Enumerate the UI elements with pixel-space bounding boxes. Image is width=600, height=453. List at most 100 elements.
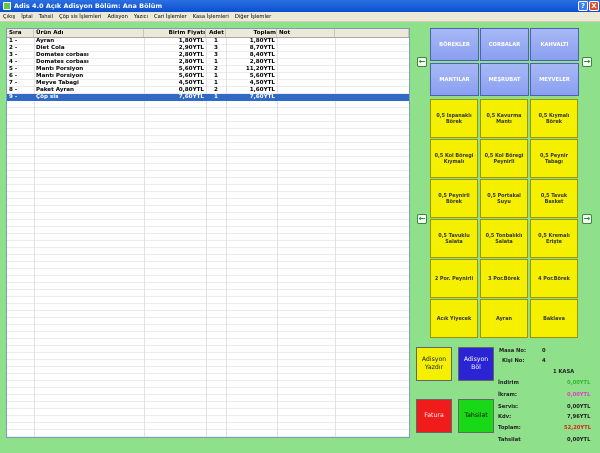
cell-sira: 5 - [9, 66, 18, 72]
menu-cikis[interactable]: Çıkış [0, 14, 18, 20]
toplam-value: 52,20YTL [564, 425, 592, 431]
category-next-arrow-icon[interactable]: → [582, 57, 592, 67]
order-table: Sıra Ürün Adı Birim Fiyatı Adet Toplam N… [6, 28, 410, 438]
table-row[interactable]: 1 - Ayran 1,80YTL 1 1,80YTL [7, 38, 409, 45]
product-button[interactable]: 0,5 Tavuklu Salata [430, 219, 478, 258]
tahsilat-button[interactable]: Tahsilat [458, 399, 494, 433]
fatura-button[interactable]: Fatura [416, 399, 452, 433]
product-button[interactable]: Ayran [480, 299, 528, 338]
cell-adet: 1 [214, 59, 218, 65]
cell-toplam: 1,60YTL [249, 87, 275, 93]
product-button[interactable]: 0,5 Kol Böregi Peynirli [480, 139, 528, 178]
table-row[interactable]: 5 - Mantı Porsiyon 5,60YTL 2 11,20YTL [7, 66, 409, 73]
kdv-value: 7,96YTL [567, 414, 591, 420]
servis-label: Servis: [498, 404, 519, 410]
product-prev-arrow-icon[interactable]: ← [417, 214, 427, 224]
product-button[interactable]: 0,5 Ispanaklı Börek [430, 99, 478, 138]
cell-fiyat: 1,80YTL [178, 38, 204, 44]
menu-bar: Çıkış İptal Tahsil Çöp sis İşlemleri Adi… [0, 12, 600, 22]
product-button[interactable]: 0,5 Kremalı Erişte [530, 219, 578, 258]
adisyon-bol-button[interactable]: Adisyon Böl [458, 347, 494, 381]
cell-adet: 1 [214, 73, 218, 79]
col-sira[interactable]: Sıra [7, 29, 34, 37]
cell-urun: Domates corbası [36, 59, 89, 65]
col-adet[interactable]: Adet [206, 29, 226, 37]
product-button[interactable]: 0,5 Tonbalıklı Salata [480, 219, 528, 258]
cell-adet: 3 [214, 45, 218, 51]
cell-fiyat: 5,60YTL [178, 73, 204, 79]
cell-sira: 4 - [9, 59, 18, 65]
cell-toplam: 7,60YTL [249, 94, 275, 100]
cell-toplam: 8,40YTL [249, 52, 275, 58]
category-meyveler[interactable]: MEYVELER [530, 63, 579, 96]
category-kahvalti[interactable]: KAHVALTI [530, 28, 579, 61]
product-button[interactable]: 0,5 Tavuk Basket [530, 179, 578, 218]
category-borekler[interactable]: BÖREKLER [430, 28, 479, 61]
masa-no-value: 0 [542, 348, 546, 354]
table-row[interactable]: 2 - Diet Cola 2,90YTL 3 8,70YTL [7, 45, 409, 52]
table-row-selected[interactable]: 9 - Çöp sis 7,60YTL 1 7,60YTL [7, 94, 409, 101]
app-icon [3, 2, 11, 10]
cell-urun: Domates corbası [36, 52, 89, 58]
kisi-no-label: Kişi No: [502, 358, 525, 364]
table-row[interactable]: 4 - Domates corbası 2,80YTL 1 2,80YTL [7, 59, 409, 66]
product-button[interactable]: 0,5 Kol Böregi Kıymalı [430, 139, 478, 178]
category-mantilar[interactable]: MANTILAR [430, 63, 479, 96]
menu-iptal[interactable]: İptal [18, 14, 35, 20]
product-button[interactable]: 0,5 Peynirli Börek [430, 179, 478, 218]
cell-fiyat: 2,80YTL [178, 59, 204, 65]
cell-urun: Mantı Porsiyon [36, 73, 84, 79]
category-mesrubat[interactable]: MEŞRUBAT [480, 63, 529, 96]
help-button[interactable]: ? [578, 1, 588, 11]
cell-fiyat: 4,50YTL [178, 80, 204, 86]
category-prev-arrow-icon[interactable]: ← [417, 57, 427, 67]
cell-urun: Meyve Tabagi [36, 80, 79, 86]
menu-copsis[interactable]: Çöp sis İşlemleri [56, 14, 104, 20]
category-corbalar[interactable]: CORBALAR [480, 28, 529, 61]
close-button[interactable]: X [589, 1, 599, 11]
menu-kasa[interactable]: Kasa İşlemleri [190, 14, 232, 20]
table-body: 1 - Ayran 1,80YTL 1 1,80YTL 2 - Diet Col… [7, 38, 409, 101]
menu-adisyon[interactable]: Adisyon [104, 14, 130, 20]
col-birim-fiyati[interactable]: Birim Fiyatı [144, 29, 206, 37]
adisyon-yazdir-button[interactable]: Adisyon Yazdır [416, 347, 452, 381]
product-button[interactable]: 0,5 Portakal Suyu [480, 179, 528, 218]
menu-diger[interactable]: Diğer İşlemler [232, 14, 274, 20]
table-row[interactable]: 7 - Meyve Tabagi 4,50YTL 1 4,50YTL [7, 80, 409, 87]
cell-adet: 1 [214, 38, 218, 44]
cell-toplam: 1,80YTL [249, 38, 275, 44]
menu-yazici[interactable]: Yazıcı [131, 14, 151, 20]
table-header: Sıra Ürün Adı Birim Fiyatı Adet Toplam N… [7, 29, 409, 38]
col-urun-adi[interactable]: Ürün Adı [34, 29, 144, 37]
cell-fiyat: 2,90YTL [178, 45, 204, 51]
kdv-label: Kdv: [498, 414, 512, 420]
col-filler [335, 29, 409, 37]
product-button[interactable]: 3 Por.Börek [480, 259, 528, 298]
product-button[interactable]: 0,5 Kıymalı Börek [530, 99, 578, 138]
tahsilat-label: Tahsilat [498, 437, 521, 443]
servis-value: 0,00YTL [567, 404, 591, 410]
product-button[interactable]: 4 Por.Börek [530, 259, 578, 298]
cell-toplam: 11,20YTL [245, 66, 275, 72]
table-row[interactable]: 6 - Mantı Porsiyon 5,60YTL 1 5,60YTL [7, 73, 409, 80]
cell-sira: 1 - [9, 38, 18, 44]
col-not[interactable]: Not [277, 29, 335, 37]
product-button[interactable]: 2 Por. Peynirli [430, 259, 478, 298]
product-next-arrow-icon[interactable]: → [582, 214, 592, 224]
cell-adet: 2 [214, 66, 218, 72]
toplam-label: Toplam: [498, 425, 521, 431]
product-button[interactable]: Baklava [530, 299, 578, 338]
cell-sira: 6 - [9, 73, 18, 79]
col-toplam[interactable]: Toplam [226, 29, 277, 37]
cell-urun: Paket Ayran [36, 87, 75, 93]
menu-cari[interactable]: Cari İşlemler [151, 14, 190, 20]
menu-tahsil[interactable]: Tahsil [36, 14, 56, 20]
cell-urun: Mantı Porsiyon [36, 66, 84, 72]
table-row[interactable]: 3 - Domates corbası 2,80YTL 3 8,40YTL [7, 52, 409, 59]
product-button[interactable]: Acık Yiyecek [430, 299, 478, 338]
table-row[interactable]: 8 - Paket Ayran 0,80YTL 2 1,60YTL [7, 87, 409, 94]
product-button[interactable]: 0,5 Kavurma Mantı [480, 99, 528, 138]
product-button[interactable]: 0,5 Peynir Tabagı [530, 139, 578, 178]
cell-toplam: 2,80YTL [249, 59, 275, 65]
kisi-no-value: 4 [542, 358, 546, 364]
